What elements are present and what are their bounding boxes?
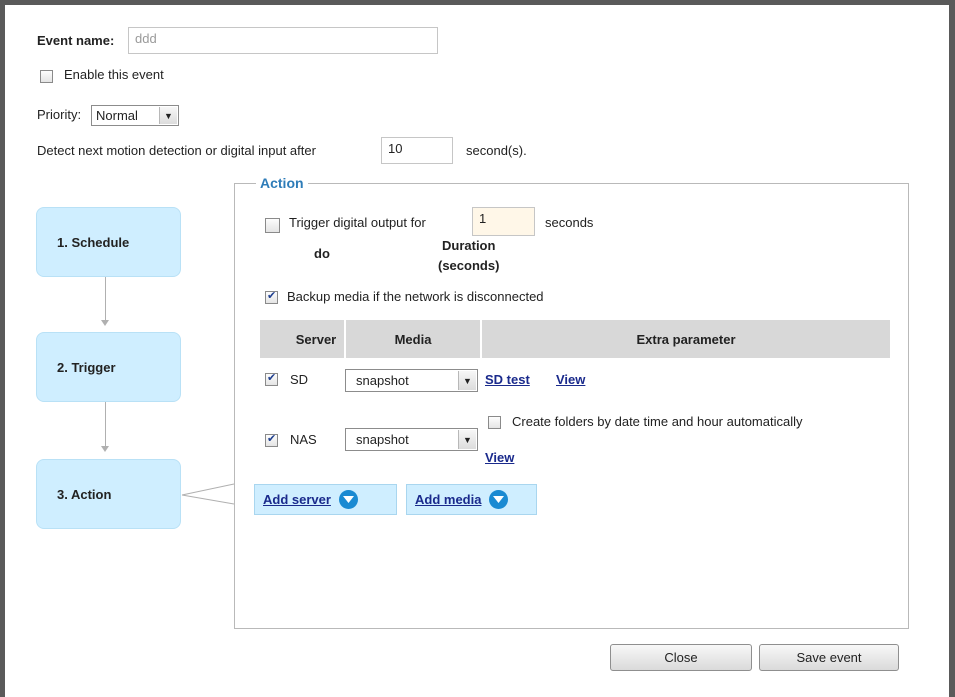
save-event-button[interactable]: Save event	[759, 644, 899, 671]
sd-test-link[interactable]: SD test	[485, 372, 530, 387]
detect-interval-input[interactable]: 10	[381, 137, 453, 164]
step-action-label: 3. Action	[57, 486, 112, 502]
detect-next-label: Detect next motion detection or digital …	[37, 143, 316, 158]
arrow-down-icon	[101, 320, 109, 326]
add-server-label: Add server	[263, 492, 331, 507]
enable-event-checkbox[interactable]	[40, 70, 53, 83]
circle-chevron-down-icon	[338, 490, 358, 509]
add-media-label: Add media	[415, 492, 482, 507]
detect-unit-label: second(s).	[466, 143, 527, 158]
create-folders-checkbox[interactable]	[488, 416, 501, 429]
nas-media-select[interactable]: snapshot ▼	[345, 428, 478, 451]
enable-event-label: Enable this event	[64, 67, 164, 82]
window-left-border	[0, 0, 5, 697]
trigger-duration-input[interactable]: 1	[472, 207, 535, 236]
event-name-label: Event name:	[37, 33, 115, 48]
trigger-unit-label: seconds	[545, 215, 594, 230]
action-legend: Action	[256, 175, 308, 191]
header-extra-parameter: Extra parameter	[636, 331, 736, 347]
chevron-down-icon: ▼	[458, 430, 476, 449]
step-pointer	[181, 483, 235, 505]
backup-media-checkbox[interactable]	[265, 289, 278, 304]
header-server: Server	[295, 331, 337, 347]
event-name-input[interactable]: ddd	[128, 27, 438, 54]
circle-chevron-down-icon	[489, 490, 509, 509]
nas-media-value: snapshot	[356, 432, 409, 447]
step-schedule-label: 1. Schedule	[57, 234, 130, 250]
backup-media-label: Backup media if the network is disconnec…	[287, 289, 544, 304]
sd-media-value: snapshot	[356, 373, 409, 388]
add-server-button[interactable]: Add server	[254, 484, 397, 515]
step-schedule[interactable]: 1. Schedule	[36, 207, 181, 277]
nas-view-link[interactable]: View	[485, 450, 514, 465]
chevron-down-icon: ▼	[458, 371, 476, 390]
priority-value: Normal	[96, 108, 138, 123]
close-button[interactable]: Close	[610, 644, 752, 671]
header-media: Media	[394, 331, 432, 347]
create-folders-label: Create folders by date time and hour aut…	[512, 414, 803, 429]
media-table-header: Server Media Extra parameter	[260, 320, 890, 358]
chevron-down-icon: ▼	[159, 107, 177, 124]
step-action[interactable]: 3. Action	[36, 459, 181, 529]
step-connector	[105, 402, 106, 446]
column-duration-unit-label: (seconds)	[438, 258, 500, 273]
window-right-border	[949, 0, 955, 697]
step-trigger-label: 2. Trigger	[57, 359, 116, 375]
nas-server-checkbox[interactable]	[265, 432, 278, 447]
priority-label: Priority:	[37, 107, 82, 122]
step-connector	[105, 277, 106, 320]
sd-media-select[interactable]: snapshot ▼	[345, 369, 478, 392]
sd-view-link[interactable]: View	[556, 372, 585, 387]
arrow-down-icon	[101, 446, 109, 452]
priority-select[interactable]: Normal ▼	[91, 105, 179, 126]
column-do-label: do	[314, 246, 330, 261]
sd-server-checkbox[interactable]	[265, 371, 278, 386]
window-top-border	[0, 0, 955, 5]
nas-server-label: NAS	[290, 432, 317, 447]
add-media-button[interactable]: Add media	[406, 484, 537, 515]
sd-server-label: SD	[290, 372, 309, 387]
trigger-output-checkbox[interactable]	[265, 218, 280, 233]
action-fieldset	[234, 183, 909, 629]
column-duration-label: Duration	[442, 238, 496, 253]
step-trigger[interactable]: 2. Trigger	[36, 332, 181, 402]
trigger-output-label: Trigger digital output for	[289, 215, 426, 230]
